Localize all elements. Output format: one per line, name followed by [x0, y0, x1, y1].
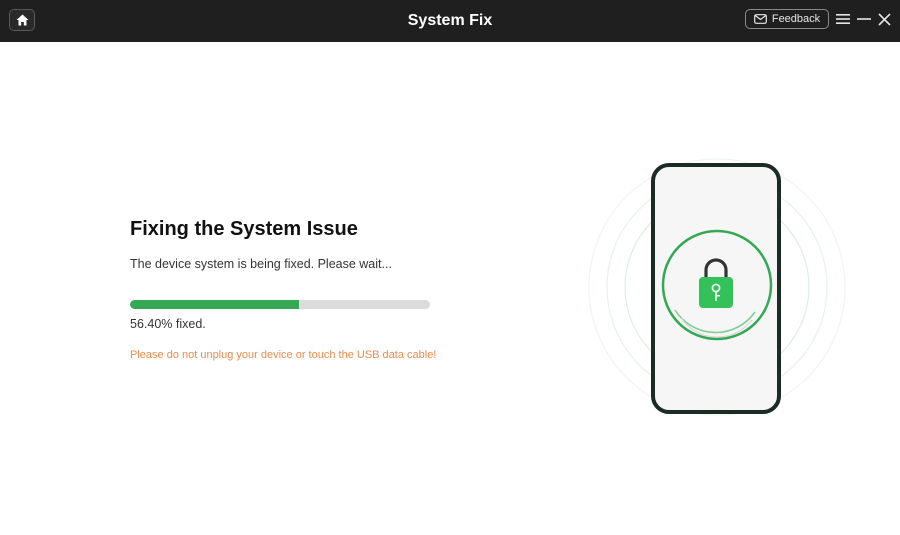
home-icon: [16, 14, 28, 26]
status-message: The device system is being fixed. Please…: [130, 257, 392, 271]
mail-icon: [753, 14, 767, 24]
progress-label: 56.40% fixed.: [130, 317, 206, 331]
minimize-button[interactable]: [856, 10, 872, 28]
page-title: Fixing the System Issue: [130, 218, 358, 240]
progress-bar-fill: [130, 300, 300, 309]
hamburger-menu-icon: [836, 14, 850, 24]
feedback-button[interactable]: Feedback: [745, 9, 829, 29]
warning-message: Please do not unplug your device or touc…: [130, 349, 437, 361]
device-illustration: [580, 150, 860, 430]
close-icon: [877, 12, 891, 26]
title-bar: System Fix Feedback: [0, 0, 900, 42]
menu-button[interactable]: [835, 10, 851, 28]
app-window: System Fix Feedback Fixing the System Is…: [0, 0, 900, 535]
feedback-label: Feedback: [771, 13, 821, 25]
minimize-icon: [857, 18, 871, 20]
home-button[interactable]: [9, 9, 35, 31]
progress-bar: [130, 300, 430, 309]
close-button[interactable]: [876, 10, 892, 28]
